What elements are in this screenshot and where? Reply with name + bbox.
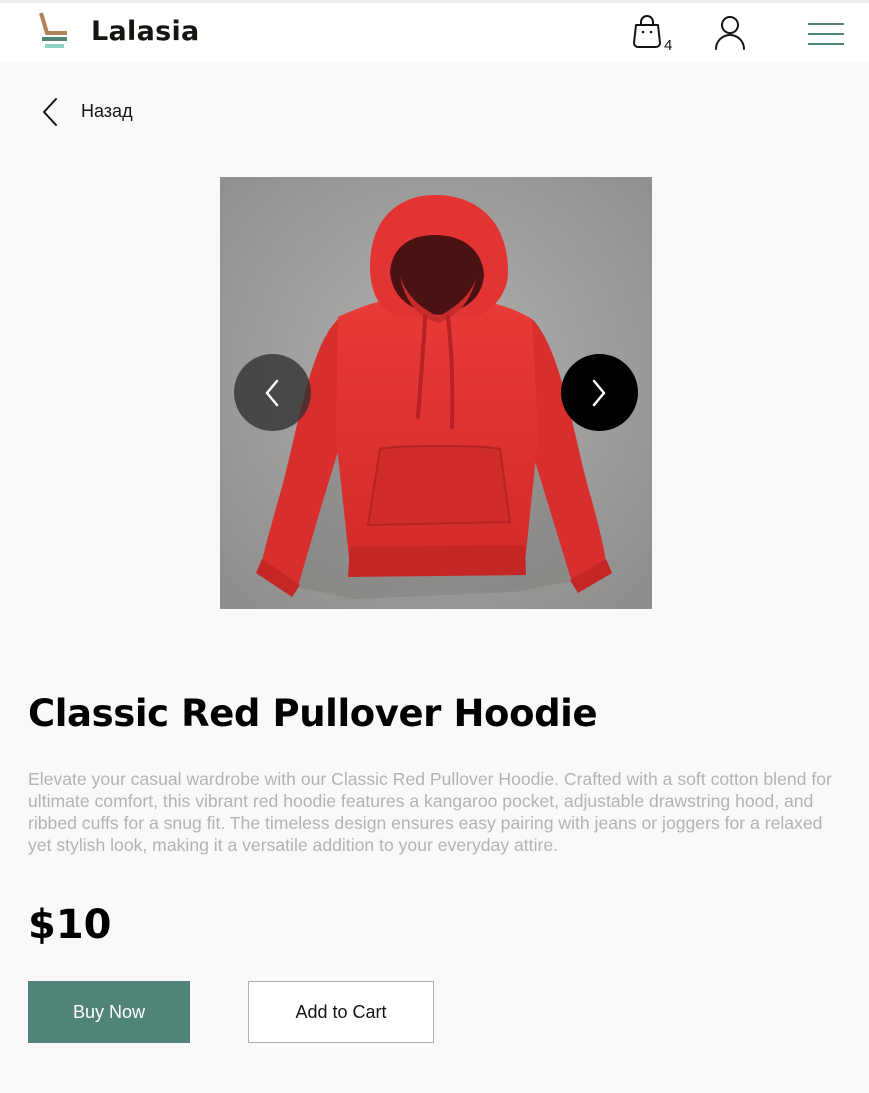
gallery-prev-button[interactable] xyxy=(234,354,311,431)
add-to-cart-button[interactable]: Add to Cart xyxy=(248,981,434,1043)
cart-count-badge: 4 xyxy=(664,37,673,54)
product-title: Classic Red Pullover Hoodie xyxy=(28,692,598,735)
cart-button[interactable]: 4 xyxy=(629,14,679,56)
buy-now-button[interactable]: Buy Now xyxy=(28,981,190,1043)
chevron-right-icon xyxy=(592,379,606,407)
hamburger-menu-icon xyxy=(808,23,844,45)
chevron-left-icon xyxy=(265,379,279,407)
hamburger-menu-button[interactable] xyxy=(806,21,846,49)
site-header: Lalasia 4 xyxy=(0,3,869,62)
shopping-bag-icon xyxy=(633,15,661,48)
chevron-left-icon xyxy=(43,98,57,126)
back-label: Назад xyxy=(81,101,133,121)
gallery-next-button[interactable] xyxy=(561,354,638,431)
brand-name[interactable]: Lalasia xyxy=(91,16,200,47)
user-icon xyxy=(715,16,745,50)
user-button[interactable] xyxy=(713,15,747,53)
product-price: $10 xyxy=(28,902,112,948)
chair-logo-icon[interactable] xyxy=(36,11,70,51)
product-description: Elevate your casual wardrobe with our Cl… xyxy=(28,769,832,855)
back-button[interactable]: Назад xyxy=(36,94,156,130)
